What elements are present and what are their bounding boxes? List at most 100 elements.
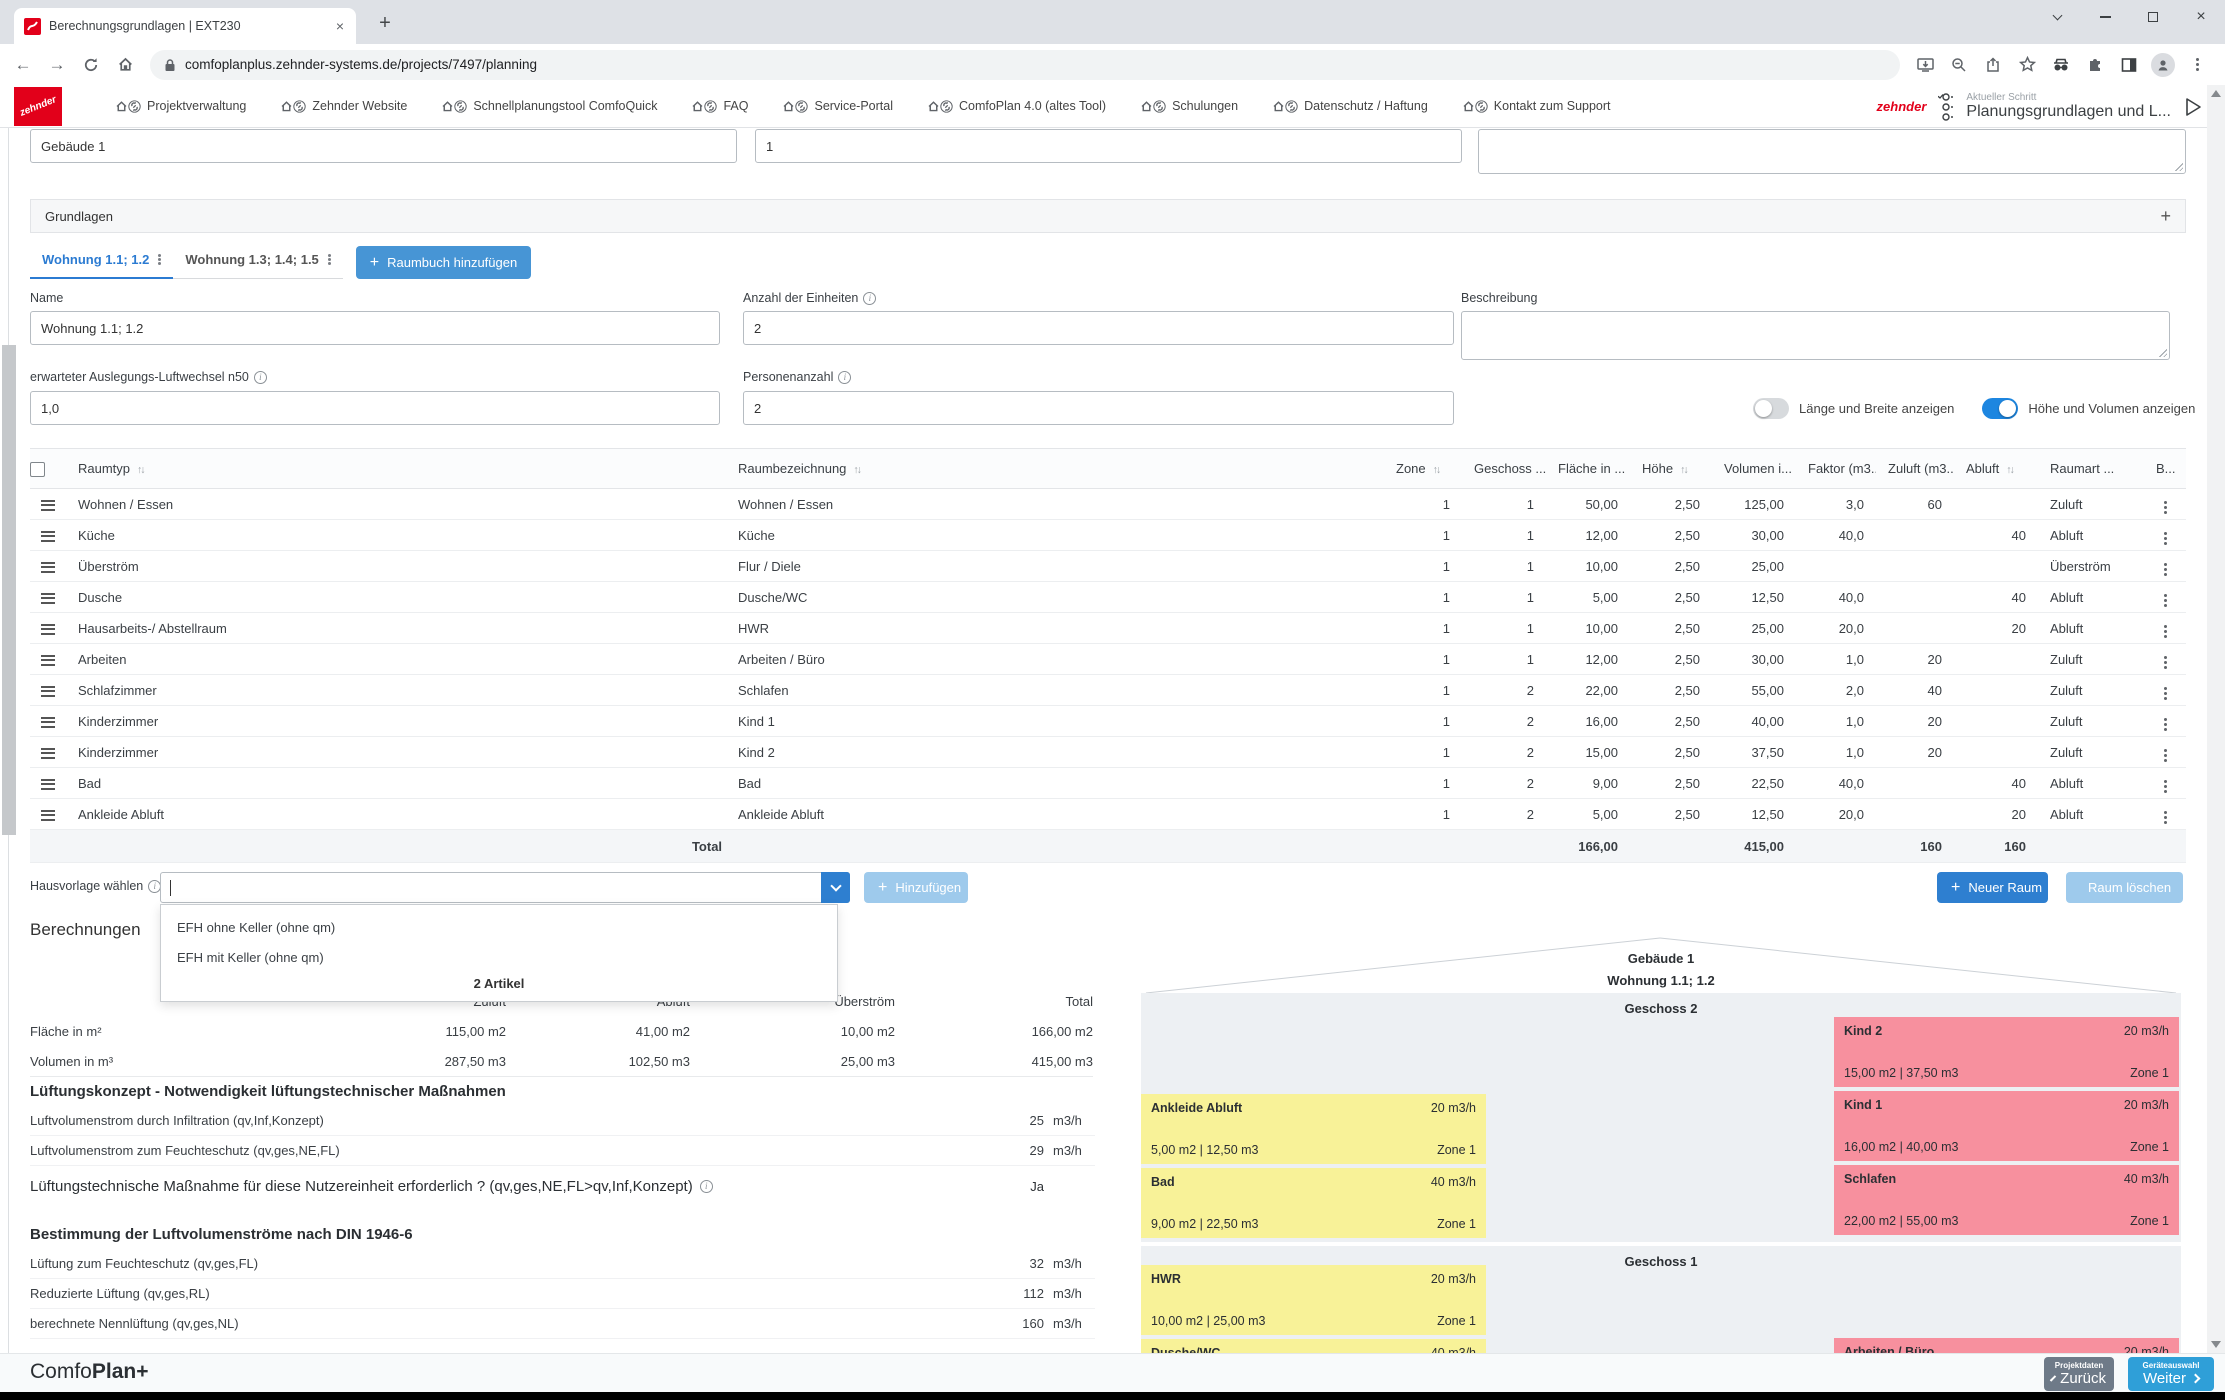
new-tab-button[interactable]: + xyxy=(372,12,398,35)
row-menu-kebab-icon[interactable] xyxy=(2164,692,2167,695)
sort-icon[interactable]: ↑↓ xyxy=(2006,464,2013,476)
weiter-button[interactable]: Geräteauswahl Weiter xyxy=(2128,1357,2214,1391)
drag-handle-icon[interactable] xyxy=(41,717,55,728)
column-header[interactable]: B...↑↓ xyxy=(2144,449,2186,489)
drag-handle-icon[interactable] xyxy=(41,779,55,790)
column-header[interactable]: Raumbezeichnung↑↓ xyxy=(726,449,1384,489)
row-menu-kebab-icon[interactable] xyxy=(2164,754,2167,757)
zoom-out-icon[interactable] xyxy=(1944,48,1974,82)
nav-link[interactable]: Datenschutz / Haftung xyxy=(1272,99,1428,113)
sort-icon[interactable]: ↑↓ xyxy=(137,464,144,476)
combobox-chevron-button[interactable] xyxy=(821,872,850,903)
row-menu-kebab-icon[interactable] xyxy=(2164,599,2167,602)
beschreibung-field[interactable] xyxy=(1461,311,2170,360)
info-icon[interactable]: i xyxy=(254,371,267,384)
scrollbar-thumb[interactable] xyxy=(2,345,16,835)
nav-link[interactable]: ComfoPlan 4.0 (altes Tool) xyxy=(927,99,1106,113)
persons-input[interactable] xyxy=(743,391,1454,425)
n50-input[interactable] xyxy=(30,391,720,425)
info-icon[interactable]: i xyxy=(863,292,876,305)
scroll-down-arrow-icon[interactable] xyxy=(2211,1341,2221,1348)
url-bar[interactable]: comfoplanplus.zehnder-systems.de/project… xyxy=(150,50,1900,80)
row-menu-kebab-icon[interactable] xyxy=(2164,723,2167,726)
roombook-tab[interactable]: Wohnung 1.1; 1.2 xyxy=(30,246,173,279)
column-header[interactable]: Raumart ...↑↓ xyxy=(2038,449,2144,489)
nav-link[interactable]: Projektverwaltung xyxy=(115,99,246,113)
drag-handle-icon[interactable] xyxy=(41,748,55,759)
row-menu-kebab-icon[interactable] xyxy=(2164,785,2167,788)
laenge-breite-toggle[interactable] xyxy=(1753,398,1789,419)
extensions-puzzle-icon[interactable] xyxy=(2080,48,2110,82)
extension-incognito-icon[interactable] xyxy=(2046,48,2076,82)
raum-loeschen-button[interactable]: Raum löschen xyxy=(2066,872,2183,903)
nav-link[interactable]: Kontakt zum Support xyxy=(1462,99,1611,113)
sort-icon[interactable]: ↑↓ xyxy=(853,464,860,476)
row-menu-kebab-icon[interactable] xyxy=(2164,568,2167,571)
row-menu-kebab-icon[interactable] xyxy=(2164,630,2167,633)
nav-link[interactable]: Zehnder Website xyxy=(280,99,407,113)
column-header[interactable]: Fläche in ...↑↓ xyxy=(1546,449,1630,489)
row-menu-kebab-icon[interactable] xyxy=(2164,816,2167,819)
back-icon[interactable]: ← xyxy=(6,48,40,82)
nav-link[interactable]: FAQ xyxy=(691,99,748,113)
drag-handle-icon[interactable] xyxy=(41,593,55,604)
column-header[interactable]: Zuluft (m3...↑↓ xyxy=(1876,449,1954,489)
column-header[interactable]: Höhe↑↓ xyxy=(1630,449,1712,489)
info-icon[interactable]: i xyxy=(700,1180,713,1193)
page-scrollbar[interactable] xyxy=(2207,85,2225,1353)
column-header[interactable]: Geschoss ...↑↓ xyxy=(1462,449,1546,489)
select-all-checkbox[interactable] xyxy=(30,462,45,477)
building-count-input[interactable] xyxy=(755,129,1462,163)
forward-icon[interactable]: → xyxy=(40,48,74,82)
grundlagen-section-header[interactable]: Grundlagen + xyxy=(30,199,2186,233)
info-icon[interactable]: i xyxy=(838,371,851,384)
dropdown-option[interactable]: EFH ohne Keller (ohne qm) xyxy=(161,913,837,943)
zurueck-button[interactable]: Projektdaten Zurück xyxy=(2044,1357,2114,1391)
drag-handle-icon[interactable] xyxy=(41,500,55,511)
drag-handle-icon[interactable] xyxy=(41,562,55,573)
install-app-icon[interactable] xyxy=(1910,48,1940,82)
nav-link[interactable]: Service-Portal xyxy=(782,99,893,113)
drag-handle-icon[interactable] xyxy=(41,655,55,666)
building-name-input[interactable] xyxy=(30,129,737,163)
drag-handle-icon[interactable] xyxy=(41,531,55,542)
building-note-field[interactable] xyxy=(1478,129,2186,174)
close-button[interactable]: × xyxy=(2177,0,2225,34)
column-header[interactable]: Volumen i...↑↓ xyxy=(1712,449,1796,489)
row-menu-kebab-icon[interactable] xyxy=(2164,506,2167,509)
neuer-raum-button[interactable]: + Neuer Raum xyxy=(1937,872,2048,903)
reload-icon[interactable] xyxy=(74,48,108,82)
home-icon[interactable] xyxy=(108,48,142,82)
browser-tab[interactable]: Berechnungsgrundlagen | EXT230 × xyxy=(14,8,356,44)
wohnung-name-input[interactable] xyxy=(30,311,720,345)
bookmark-star-icon[interactable] xyxy=(2012,48,2042,82)
drag-handle-icon[interactable] xyxy=(41,624,55,635)
maximize-button[interactable] xyxy=(2129,0,2177,34)
column-header[interactable]: Zone↑↓ xyxy=(1384,449,1462,489)
profile-avatar[interactable] xyxy=(2148,48,2178,82)
roombook-tab[interactable]: Wohnung 1.3; 1.4; 1.5 xyxy=(173,246,342,279)
sort-icon[interactable]: ↑↓ xyxy=(1680,464,1687,476)
add-roombook-button[interactable]: + Raumbuch hinzufügen xyxy=(356,246,531,279)
row-menu-kebab-icon[interactable] xyxy=(2164,537,2167,540)
drag-handle-icon[interactable] xyxy=(41,686,55,697)
expand-plus-icon[interactable]: + xyxy=(2160,206,2171,227)
dropdown-option[interactable]: EFH mit Keller (ohne qm) xyxy=(161,943,837,973)
tab-menu-kebab-icon[interactable] xyxy=(328,258,331,261)
hinzufuegen-button[interactable]: + Hinzufügen xyxy=(864,872,968,903)
column-header[interactable]: Abluft↑↓ xyxy=(1954,449,2038,489)
drag-handle-icon[interactable] xyxy=(41,810,55,821)
scroll-up-arrow-icon[interactable] xyxy=(2211,90,2221,97)
sort-icon[interactable]: ↑↓ xyxy=(1433,464,1440,476)
tab-close-icon[interactable]: × xyxy=(334,18,346,34)
share-icon[interactable] xyxy=(1978,48,2008,82)
hausvorlage-combobox[interactable] xyxy=(160,872,850,903)
column-header[interactable]: Faktor (m3...↑↓ xyxy=(1796,449,1876,489)
browser-menu-kebab-icon[interactable] xyxy=(2182,48,2212,82)
units-count-input[interactable] xyxy=(743,311,1454,345)
next-step-play-icon[interactable] xyxy=(2183,96,2203,118)
nav-link[interactable]: Schnellplanungstool ComfoQuick xyxy=(441,99,657,113)
tab-menu-kebab-icon[interactable] xyxy=(158,258,161,261)
side-panel-icon[interactable] xyxy=(2114,48,2144,82)
hoehe-volumen-toggle[interactable] xyxy=(1982,398,2018,419)
